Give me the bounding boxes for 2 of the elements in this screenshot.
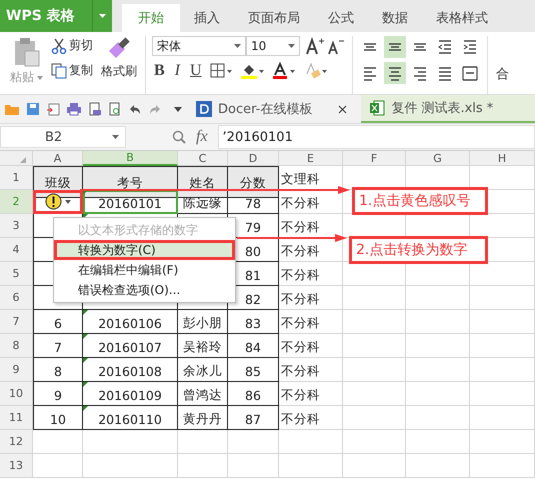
callout-tooltip: 1.点击黄色感叹号 <box>352 187 488 215</box>
callout-tooltip: 2.点击转换为数字 <box>349 236 488 264</box>
